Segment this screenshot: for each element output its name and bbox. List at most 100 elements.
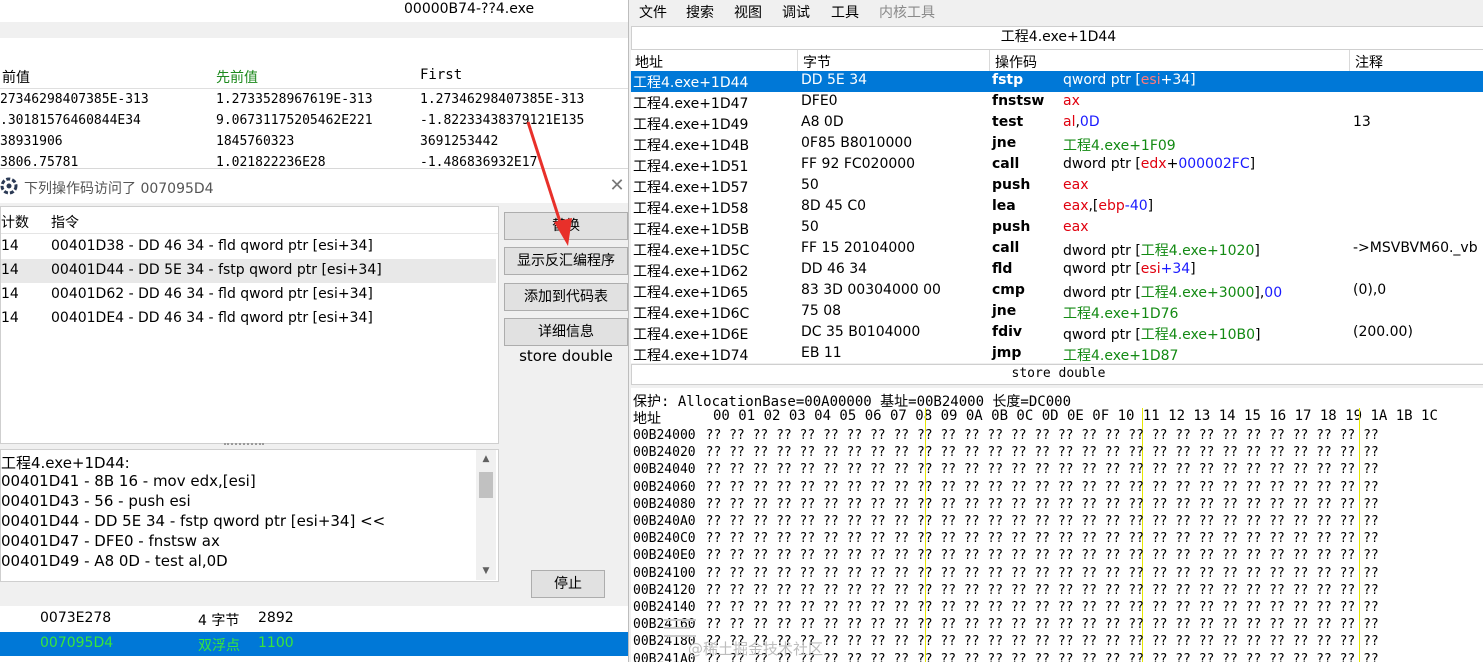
col-header-address[interactable]: 地址 [635,52,663,72]
opcode-list-header: 计数 指令 [1,207,498,234]
hex-row[interactable]: 00B24000 ?? ?? ?? ?? ?? ?? ?? ?? ?? ?? ??… [633,428,1379,443]
disassembler-row[interactable]: 工程4.exe+1D62 DD 46 34 fld qword ptr [esi+34… [631,260,1483,281]
vertical-scrollbar[interactable]: ▲ ▼ [476,450,496,580]
disassembler-row[interactable]: 工程4.exe+1D6C 75 08 jne 工程4.exe+1D76 [631,302,1483,323]
scroll-down-icon[interactable]: ▼ [476,562,496,580]
col-header-opcode[interactable]: 操作码 [995,52,1037,72]
row-opcode: fstp [992,72,1024,88]
disassembler-row[interactable]: 工程4.exe+1D49 A8 0D test al,0D 13 [631,113,1483,134]
col-header-first[interactable]: First [420,67,462,83]
column-divider [1349,50,1350,71]
disassembler-row[interactable]: 工程4.exe+1D47 DFE0 fnstsw ax [631,92,1483,113]
hex-row[interactable]: 00B240E0 ?? ?? ?? ?? ?? ?? ?? ?? ?? ?? ??… [633,548,1379,563]
menu-debug[interactable]: 调试 [782,2,810,22]
operand-token: ] [1254,243,1260,259]
row-opcode: fnstsw [992,93,1045,109]
hex-row-address: 00B240A0 [633,514,696,529]
row-opcode: fld [992,261,1013,277]
hex-row[interactable]: 00B24060 ?? ?? ?? ?? ?? ?? ?? ?? ?? ?? ??… [633,480,1379,495]
scroll-up-icon[interactable]: ▲ [476,450,496,468]
row-opcode: jne [992,303,1017,319]
hex-address-header: 地址 [633,411,661,427]
row-opcode: push [992,219,1031,235]
col-header-comment[interactable]: 注释 [1355,52,1383,72]
row-address: 工程4.exe+1D57 [633,180,749,196]
col-header-previous[interactable]: 先前值 [216,67,258,87]
dialog-title: 下列操作码访问了 007095D4 [24,181,214,197]
hex-row[interactable]: 00B24020 ?? ?? ?? ?? ?? ?? ?? ?? ?? ?? ??… [633,445,1379,460]
menu-view[interactable]: 视图 [734,2,762,22]
more-info-button[interactable]: 详细信息 [504,318,628,346]
operand-token: ] [1147,198,1154,214]
menu-kernel-tools[interactable]: 内核工具 [879,2,935,22]
col-header-bytes[interactable]: 字节 [803,52,831,72]
menu-file[interactable]: 文件 [639,2,667,22]
disassembler-row[interactable]: 工程4.exe+1D58 8D 45 C0 lea eax,[ebp-40] [631,197,1483,218]
menu-tools[interactable]: 工具 [831,2,859,22]
disassembler-row[interactable]: 工程4.exe+1D57 50 push eax [631,176,1483,197]
scan-results-header: 前值 先前值 First [0,64,628,89]
row-address: 工程4.exe+1D4B [633,138,750,154]
opcode-row[interactable]: 14 00401D38 - DD 46 34 - fld qword ptr [… [1,235,496,259]
hex-row[interactable]: 00B24160?? ?? ?? ?? ?? ?? ?? ?? ?? ?? ??… [633,617,1379,632]
row-operands: qword ptr [工程4.exe+10B0] [1063,324,1261,344]
row-opcode: call [992,156,1020,172]
scan-row[interactable]: 27346298407385E-313 1.2733528967619E-313… [0,92,628,112]
hex-row[interactable]: 00B24080 ?? ?? ?? ?? ?? ?? ?? ?? ?? ?? ??… [633,497,1379,512]
operand-token: +34 [1160,261,1191,277]
row-comment: (200.00) [1353,324,1413,340]
row-address: 工程4.exe+1D6C [633,306,750,322]
col-header-instruction[interactable]: 指令 [51,212,79,232]
row-operands: eax [1063,177,1088,193]
splitter-grip[interactable] [224,443,264,448]
operand-token: ] [1190,261,1196,277]
row-bytes: 50 [801,177,819,193]
close-icon[interactable]: ✕ [608,175,626,196]
disassembler-row[interactable]: 工程4.exe+1D51 FF 92 FC020000 call dword ptr … [631,155,1483,176]
hex-row[interactable]: 00B24120 ?? ?? ?? ?? ?? ?? ?? ?? ?? ?? ??… [633,583,1379,598]
window-title: 00000B74-??4.exe [404,1,535,17]
disassembler-row[interactable]: 工程4.exe+1D74 EB 11 jmp 工程4.exe+1D87 [631,344,1483,363]
address-list-row-selected[interactable]: 007095D4 双浮点 1100 [0,632,628,656]
operand-token: ax [1063,93,1080,109]
col-header-value[interactable]: 前值 [2,67,30,87]
row-bytes: EB 11 [801,345,842,361]
instruction-description: store double [519,347,613,365]
row-bytes: FF 92 FC020000 [801,156,916,172]
disassembler-row[interactable]: 工程4.exe+1D6E DC 35 B0104000 fdiv qword ptr … [631,323,1483,344]
col-header-count[interactable]: 计数 [1,212,29,232]
hex-row[interactable]: 00B240C0 ?? ?? ?? ?? ?? ?? ?? ?? ?? ?? ??… [633,531,1379,546]
opcode-row[interactable]: 14 00401D62 - DD 46 34 - fld qword ptr [… [1,283,496,307]
hex-row[interactable]: 00B24100 ?? ?? ?? ?? ?? ?? ?? ?? ?? ?? ??… [633,566,1379,581]
disassembler-row[interactable]: 工程4.exe+1D65 83 3D 00304000 00 cmp dword pt… [631,281,1483,302]
hex-row-address: 00B24060 [633,479,696,495]
address-list-row[interactable]: 0073E278 4 字节 2892 [0,607,628,631]
hex-row-bytes: ?? ?? ?? ?? ?? ?? ?? ?? ?? ?? ?? ?? ?? ?… [705,531,1379,547]
column-divider [797,50,798,71]
operand-token: ] [1249,156,1256,172]
menu-bar: 文件 搜索 视图 调试 工具 内核工具 [629,0,1483,22]
row-opcode: jmp [992,345,1022,361]
hex-row[interactable]: 00B240A0 ?? ?? ?? ?? ?? ?? ?? ?? ?? ?? ??… [633,514,1379,529]
hex-row[interactable]: 00B24140 ?? ?? ?? ?? ?? ?? ?? ?? ?? ?? ??… [633,600,1379,615]
hex-row[interactable]: 00B24040 ?? ?? ?? ?? ?? ?? ?? ?? ?? ?? ??… [633,462,1379,477]
operand-token: dword ptr [ [1063,243,1141,259]
row-bytes: 50 [801,219,819,235]
menu-search[interactable]: 搜索 [686,2,714,22]
scrollbar-thumb[interactable] [479,472,493,498]
opcode-row[interactable]: 14 00401DE4 - DD 46 34 - fld qword ptr [… [1,307,496,331]
disassembler-row[interactable]: 工程4.exe+1D5B 50 push eax [631,218,1483,239]
add-to-codelist-button[interactable]: 添加到代码表 [504,283,628,311]
operand-token: -40 [1124,198,1148,214]
opcode-row-selected[interactable]: 14 00401D44 - DD 5E 34 - fstp qword ptr … [1,259,496,283]
disassembler-row-selected[interactable]: 工程4.exe+1D44 DD 5E 34 fstp qword ptr [esi+3… [631,71,1483,92]
operand-token: eax [1063,219,1089,235]
cheat-engine-main-window: 00000B74-??4.exe 前值 先前值 First 2734629840… [0,0,628,662]
row-operands: eax,[ebp-40] [1063,198,1153,214]
row-comment: (0),0 [1353,282,1387,298]
window-title-bar: 00000B74-??4.exe [0,0,628,22]
stop-button[interactable]: 停止 [531,570,605,598]
hex-row-bytes: ?? ?? ?? ?? ?? ?? ?? ?? ?? ?? ?? ?? ?? ?… [705,548,1379,564]
disassembler-row[interactable]: 工程4.exe+1D4B 0F85 B8010000 jne 工程4.exe+1F09 [631,134,1483,155]
disassembler-row[interactable]: 工程4.exe+1D5C FF 15 20104000 call dword ptr … [631,239,1483,260]
